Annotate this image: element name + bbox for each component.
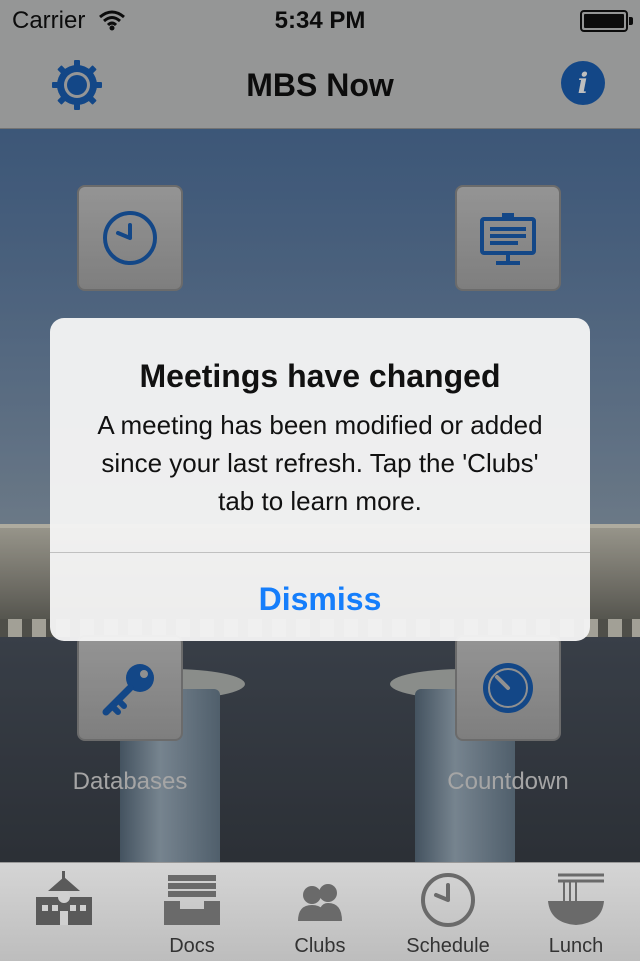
- tab-schedule-label: Schedule: [406, 935, 490, 957]
- tab-schedule[interactable]: Schedule: [384, 863, 512, 961]
- clock-icon: [421, 873, 475, 927]
- tab-docs-label: Docs: [169, 935, 215, 957]
- tab-clubs[interactable]: Clubs: [256, 863, 384, 961]
- docs-tray-icon: [164, 875, 220, 925]
- tab-home[interactable]: [0, 863, 128, 961]
- dismiss-button[interactable]: Dismiss: [50, 553, 590, 641]
- tab-lunch-label: Lunch: [548, 935, 604, 957]
- tab-docs[interactable]: Docs: [128, 863, 256, 961]
- tab-clubs-label: Clubs: [294, 935, 346, 957]
- alert-message: A meeting has been modified or added sin…: [97, 410, 543, 516]
- noodle-bowl-icon: [548, 873, 604, 925]
- tab-bar: Docs Clubs Schedule Lunch: [0, 862, 640, 961]
- alert-title: Meetings have changed: [139, 358, 501, 394]
- tab-lunch[interactable]: Lunch: [512, 863, 640, 961]
- alert-dialog: Meetings have changed A meeting has been…: [50, 318, 590, 641]
- people-icon: [298, 884, 342, 921]
- school-icon: [36, 871, 92, 925]
